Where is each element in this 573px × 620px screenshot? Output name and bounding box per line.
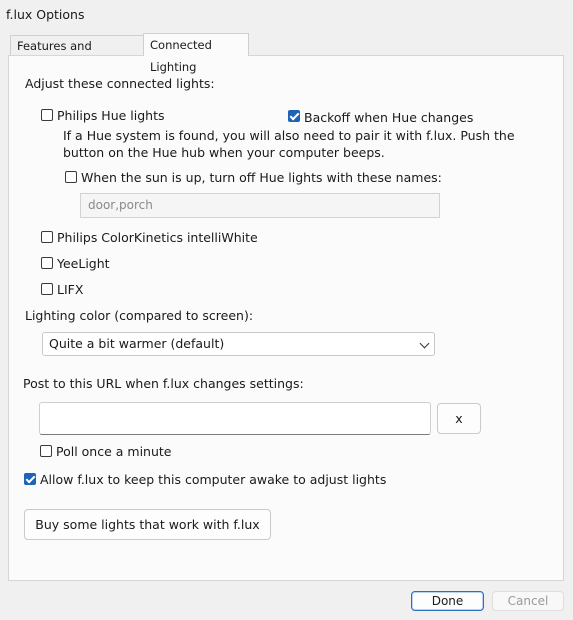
buy-lights-button[interactable]: Buy some lights that work with f.lux — [24, 509, 271, 540]
keep-awake-label[interactable]: Allow f.lux to keep this computer awake … — [40, 472, 386, 487]
poll-checkbox[interactable] — [40, 445, 52, 457]
tab-features-and-notifications[interactable]: Features and Notifications — [10, 35, 144, 73]
backoff-label[interactable]: Backoff when Hue changes — [304, 110, 473, 125]
hue-pair-note-line1: If a Hue system is found, you will also … — [63, 128, 515, 143]
poll-label[interactable]: Poll once a minute — [56, 444, 172, 459]
post-url-input[interactable] — [39, 402, 431, 435]
colorkinetics-checkbox[interactable] — [41, 231, 53, 243]
lifx-label[interactable]: LIFX — [57, 282, 83, 297]
tab-connected-lighting[interactable]: Connected Lighting — [143, 33, 249, 74]
yeelight-checkbox[interactable] — [41, 257, 53, 269]
post-url-label: Post to this URL when f.lux changes sett… — [23, 376, 304, 391]
lighting-color-label: Lighting color (compared to screen): — [25, 308, 254, 323]
yeelight-label[interactable]: YeeLight — [57, 256, 110, 271]
lighting-color-value: Quite a bit warmer (default) — [49, 336, 225, 351]
backoff-checkbox[interactable] — [288, 110, 300, 122]
hue-pair-note: If a Hue system is found, you will also … — [63, 127, 515, 161]
lighting-color-select[interactable]: Quite a bit warmer (default) — [42, 332, 435, 356]
lifx-checkbox[interactable] — [41, 283, 53, 295]
keep-awake-checkbox[interactable] — [24, 473, 36, 485]
clear-url-button[interactable]: x — [437, 403, 481, 434]
hue-label[interactable]: Philips Hue lights — [57, 108, 165, 123]
sun-up-label[interactable]: When the sun is up, turn off Hue lights … — [81, 170, 442, 185]
done-button[interactable]: Done — [411, 591, 484, 611]
footer-bar — [0, 585, 573, 620]
window-title: f.lux Options — [6, 7, 85, 22]
cancel-button[interactable]: Cancel — [492, 591, 564, 611]
hue-checkbox[interactable] — [41, 109, 53, 121]
hue-pair-note-line2: button on the Hue hub when your computer… — [63, 145, 385, 160]
colorkinetics-label[interactable]: Philips ColorKinetics intelliWhite — [57, 230, 258, 245]
chevron-down-icon — [419, 338, 430, 349]
sun-up-checkbox[interactable] — [65, 171, 77, 183]
hue-names-input[interactable]: door,porch — [80, 193, 440, 218]
section-heading: Adjust these connected lights: — [25, 76, 215, 91]
